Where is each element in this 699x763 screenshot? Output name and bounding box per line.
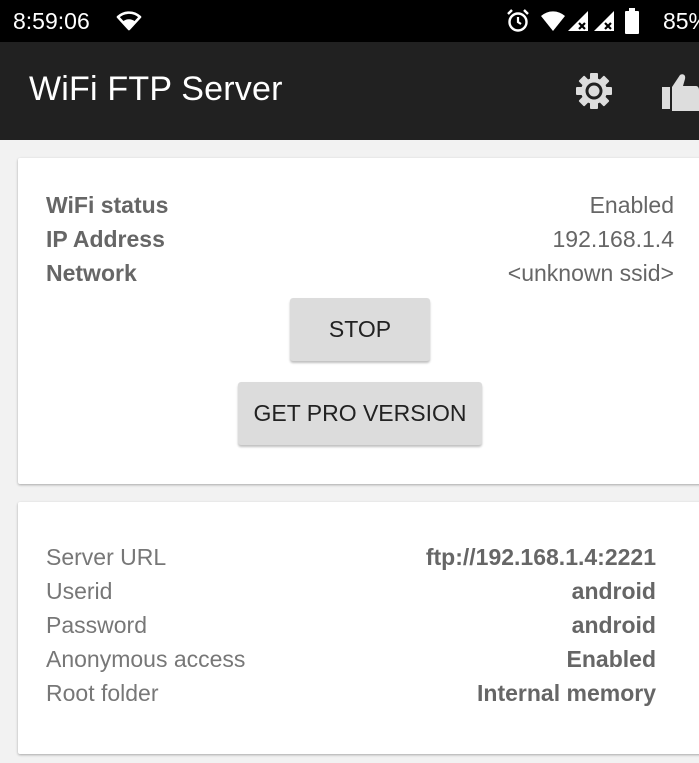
anonymous-access-value: Enabled xyxy=(566,646,656,672)
server-info-card: Server URL ftp://192.168.1.4:2221 Userid… xyxy=(18,502,699,754)
thumbs-up-icon[interactable] xyxy=(658,71,699,111)
alarm-icon xyxy=(507,9,529,32)
password-row: Password android xyxy=(46,612,656,646)
server-url-label: Server URL xyxy=(46,544,167,570)
network-value: <unknown ssid> xyxy=(507,260,674,286)
server-url-value: ftp://192.168.1.4:2221 xyxy=(425,544,656,570)
cell-signal-icon xyxy=(594,11,614,31)
stop-button[interactable]: STOP xyxy=(290,298,430,361)
root-folder-label: Root folder xyxy=(46,680,159,706)
wifi-status-label: WiFi status xyxy=(46,192,169,218)
battery-icon xyxy=(625,8,639,34)
wifi-icon xyxy=(116,11,142,31)
status-card: WiFi status Enabled IP Address 192.168.1… xyxy=(18,158,699,484)
ip-address-value: 192.168.1.4 xyxy=(552,226,674,252)
get-pro-version-button[interactable]: GET PRO VERSION xyxy=(238,382,482,445)
root-folder-row: Root folder Internal memory xyxy=(46,680,656,714)
password-label: Password xyxy=(46,612,147,638)
wifi-signal-icon xyxy=(541,11,565,31)
userid-label: Userid xyxy=(46,578,113,604)
status-icons: 85% xyxy=(500,8,699,34)
status-time: 8:59:06 xyxy=(13,8,90,34)
userid-row: Userid android xyxy=(46,578,656,612)
network-label: Network xyxy=(46,260,137,286)
server-url-row: Server URL ftp://192.168.1.4:2221 xyxy=(46,544,656,578)
app-title: WiFi FTP Server xyxy=(29,70,283,108)
root-folder-value: Internal memory xyxy=(477,680,656,706)
ip-address-label: IP Address xyxy=(46,226,165,252)
network-row: Network <unknown ssid> xyxy=(46,260,674,294)
wifi-status-value: Enabled xyxy=(589,192,674,218)
wifi-status-row: WiFi status Enabled xyxy=(46,192,674,226)
anonymous-access-label: Anonymous access xyxy=(46,646,246,672)
userid-value: android xyxy=(571,578,656,604)
ip-address-row: IP Address 192.168.1.4 xyxy=(46,226,674,260)
settings-gear-icon[interactable] xyxy=(574,71,614,111)
battery-percent: 85% xyxy=(662,8,699,34)
anonymous-access-row: Anonymous access Enabled xyxy=(46,646,656,680)
status-bar: 8:59:06 85% xyxy=(0,0,699,42)
app-bar: WiFi FTP Server xyxy=(0,42,699,140)
cell-signal-icon xyxy=(568,11,588,31)
password-value: android xyxy=(571,612,656,638)
